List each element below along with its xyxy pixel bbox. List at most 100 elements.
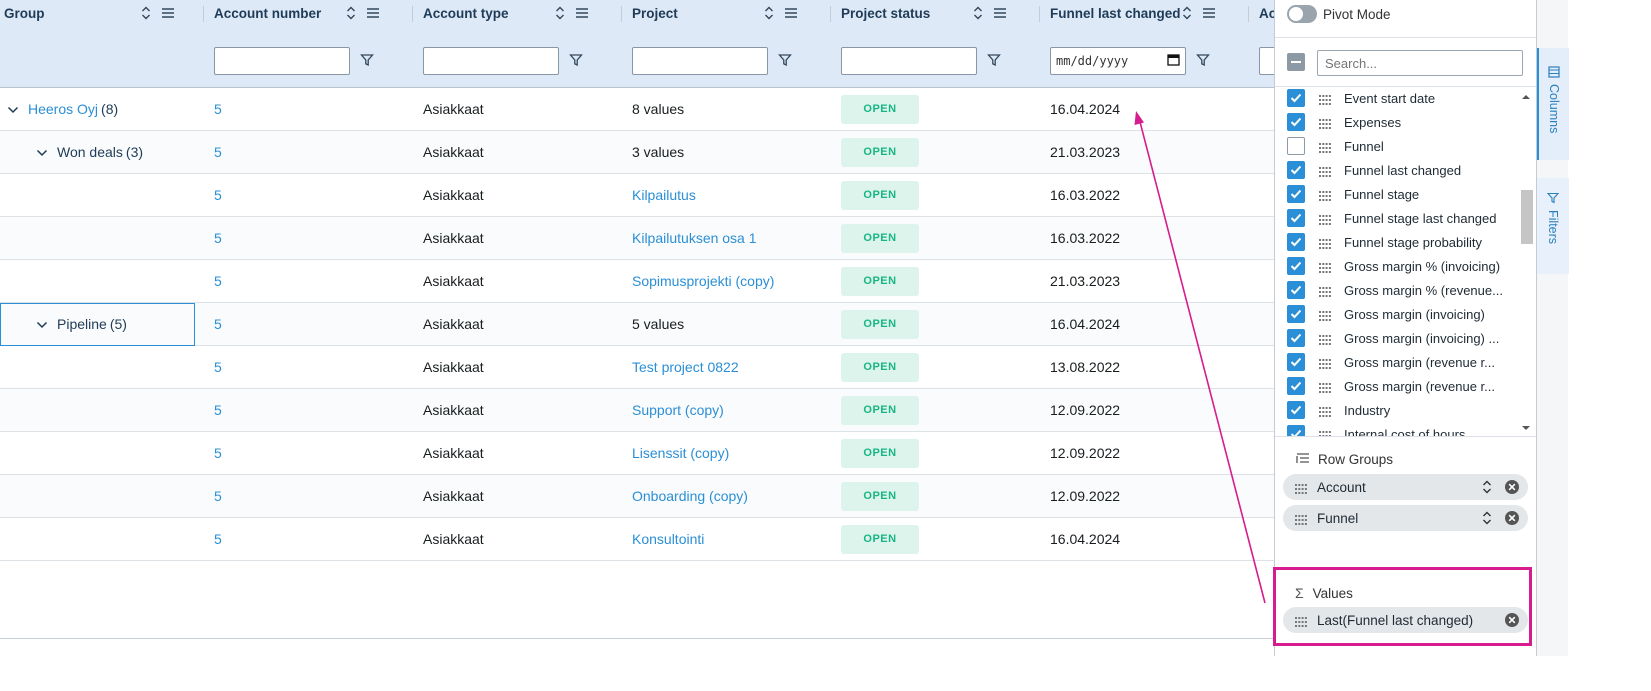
toggle-switch[interactable] (1287, 5, 1317, 23)
drag-handle-icon[interactable] (1295, 513, 1307, 525)
column-list-item[interactable]: Event start date (1275, 87, 1515, 110)
header-title[interactable]: Ac (1259, 6, 1274, 21)
column-list-item[interactable]: Gross margin (revenue r... (1275, 350, 1515, 374)
filter-input[interactable] (214, 47, 350, 75)
group-row[interactable]: Pipeline (5) 5 Asiakkaat 5 values OPEN 16.04.2… (0, 303, 1274, 346)
column-list-item[interactable]: Funnel stage last changed (1275, 206, 1515, 230)
column-list-item[interactable]: Gross margin % (revenue... (1275, 278, 1515, 302)
column-search-input[interactable] (1317, 50, 1523, 76)
table-row[interactable]: 5 Asiakkaat Sopimusprojekti (copy) OPEN 21.0… (0, 260, 1274, 303)
account-number-cell[interactable]: 5 (214, 131, 222, 173)
group-cell[interactable]: Heeros Oyj (8) (7, 88, 118, 130)
checkbox-checked[interactable] (1287, 305, 1305, 323)
checkbox-unchecked[interactable] (1287, 137, 1305, 155)
drag-handle-icon[interactable] (1295, 482, 1307, 494)
header-title[interactable]: Funnel last changed (1050, 6, 1181, 21)
drag-handle-icon[interactable] (1319, 285, 1331, 297)
drag-handle-icon[interactable] (1319, 93, 1331, 105)
filter-icon[interactable] (360, 53, 376, 69)
filter-icon[interactable] (1196, 53, 1212, 69)
header-group[interactable]: Group (0, 0, 204, 88)
column-list-item[interactable]: Funnel stage probability (1275, 230, 1515, 254)
project-link[interactable]: Onboarding (copy) (632, 475, 748, 517)
sort-icon[interactable] (971, 5, 985, 21)
account-number-cell[interactable]: 5 (214, 518, 222, 560)
sort-icon[interactable] (344, 5, 358, 21)
tab-filters[interactable]: Filters (1537, 178, 1569, 274)
account-number-cell[interactable]: 5 (214, 174, 222, 216)
sort-icon[interactable] (1180, 5, 1194, 21)
checkbox-checked[interactable] (1287, 257, 1305, 275)
date-filter-input[interactable]: mm/dd/yyyy (1050, 47, 1186, 75)
column-menu-icon[interactable] (1202, 5, 1216, 21)
account-number-cell[interactable]: 5 (214, 303, 222, 345)
header-funnel-last-changed[interactable]: Funnel last changed mm/dd/yyyy (1040, 0, 1249, 88)
checkbox-checked[interactable] (1287, 89, 1305, 107)
table-row[interactable]: 5 Asiakkaat Onboarding (copy) OPEN 12.09.202… (0, 475, 1274, 518)
chevron-down-icon[interactable] (7, 103, 19, 115)
remove-icon[interactable] (1504, 510, 1520, 526)
sort-icon[interactable] (1482, 480, 1494, 494)
drag-handle-icon[interactable] (1319, 381, 1331, 393)
column-list-item[interactable]: Industry (1275, 398, 1515, 422)
header-project-status[interactable]: Project status (831, 0, 1040, 88)
checkbox-checked[interactable] (1287, 209, 1305, 227)
drag-handle-icon[interactable] (1319, 165, 1331, 177)
chevron-down-icon[interactable] (36, 146, 48, 158)
column-list-item[interactable]: Funnel last changed (1275, 158, 1515, 182)
project-link[interactable]: Kilpailutuksen osa 1 (632, 217, 757, 259)
column-list-item[interactable]: Gross margin (invoicing) ... (1275, 326, 1515, 350)
column-menu-icon[interactable] (366, 5, 380, 21)
column-list-item[interactable]: Gross margin (invoicing) (1275, 302, 1515, 326)
checkbox-checked[interactable] (1287, 281, 1305, 299)
calendar-icon[interactable] (1167, 53, 1180, 69)
column-list-item[interactable]: Expenses (1275, 110, 1515, 134)
header-title[interactable]: Group (4, 6, 45, 21)
column-list-item[interactable]: Internal cost of hours (1275, 422, 1515, 436)
group-cell[interactable]: Won deals (3) (36, 131, 143, 173)
drag-handle-icon[interactable] (1319, 189, 1331, 201)
drag-handle-icon[interactable] (1319, 429, 1331, 436)
remove-icon[interactable] (1504, 612, 1520, 628)
scrollbar-thumb[interactable] (1521, 190, 1533, 244)
checkbox-checked[interactable] (1287, 161, 1305, 179)
header-account-type[interactable]: Account type (413, 0, 622, 88)
header-title[interactable]: Project status (841, 6, 930, 21)
account-number-cell[interactable]: 5 (214, 432, 222, 474)
group-row[interactable]: Won deals (3) 5 Asiakkaat 3 values OPEN 21.03.… (0, 131, 1274, 174)
table-row[interactable]: 5 Asiakkaat Kilpailutuksen osa 1 OPEN 16.03.… (0, 217, 1274, 260)
header-ac[interactable]: Ac (1249, 0, 1274, 88)
group-row[interactable]: Heeros Oyj (8) 5 Asiakkaat 8 values OPEN 16.04… (0, 88, 1274, 131)
table-row[interactable]: 5 Asiakkaat Konsultointi OPEN 16.04.2024 (0, 518, 1274, 561)
column-list-item[interactable]: Gross margin % (invoicing) (1275, 254, 1515, 278)
column-menu-icon[interactable] (575, 5, 589, 21)
remove-icon[interactable] (1504, 479, 1520, 495)
drop-zone-chip[interactable]: Funnel (1283, 505, 1528, 531)
select-all-checkbox[interactable] (1287, 53, 1305, 71)
chevron-down-icon[interactable] (36, 318, 48, 330)
checkbox-checked[interactable] (1287, 425, 1305, 436)
header-title[interactable]: Account type (423, 6, 509, 21)
group-name[interactable]: Heeros Oyj (28, 101, 98, 117)
header-project[interactable]: Project (622, 0, 831, 88)
table-row[interactable]: 5 Asiakkaat Kilpailutus OPEN 16.03.2022 (0, 174, 1274, 217)
column-list-scrollbar[interactable] (1519, 90, 1533, 434)
sort-icon[interactable] (1482, 511, 1494, 525)
filter-input[interactable] (841, 47, 977, 75)
sort-icon[interactable] (762, 5, 776, 21)
drag-handle-icon[interactable] (1319, 357, 1331, 369)
filter-icon[interactable] (778, 53, 794, 69)
drop-zone-chip[interactable]: Last(Funnel last changed) (1283, 607, 1528, 633)
project-link[interactable]: Support (copy) (632, 389, 724, 431)
drag-handle-icon[interactable] (1319, 333, 1331, 345)
filter-input[interactable] (1259, 47, 1274, 75)
account-number-cell[interactable]: 5 (214, 346, 222, 388)
drag-handle-icon[interactable] (1319, 237, 1331, 249)
header-account-number[interactable]: Account number (204, 0, 413, 88)
project-link[interactable]: Kilpailutus (632, 174, 696, 216)
drag-handle-icon[interactable] (1295, 615, 1307, 627)
account-number-cell[interactable]: 5 (214, 260, 222, 302)
column-menu-icon[interactable] (784, 5, 798, 21)
group-cell[interactable]: Pipeline (5) (36, 303, 127, 345)
drag-handle-icon[interactable] (1319, 261, 1331, 273)
